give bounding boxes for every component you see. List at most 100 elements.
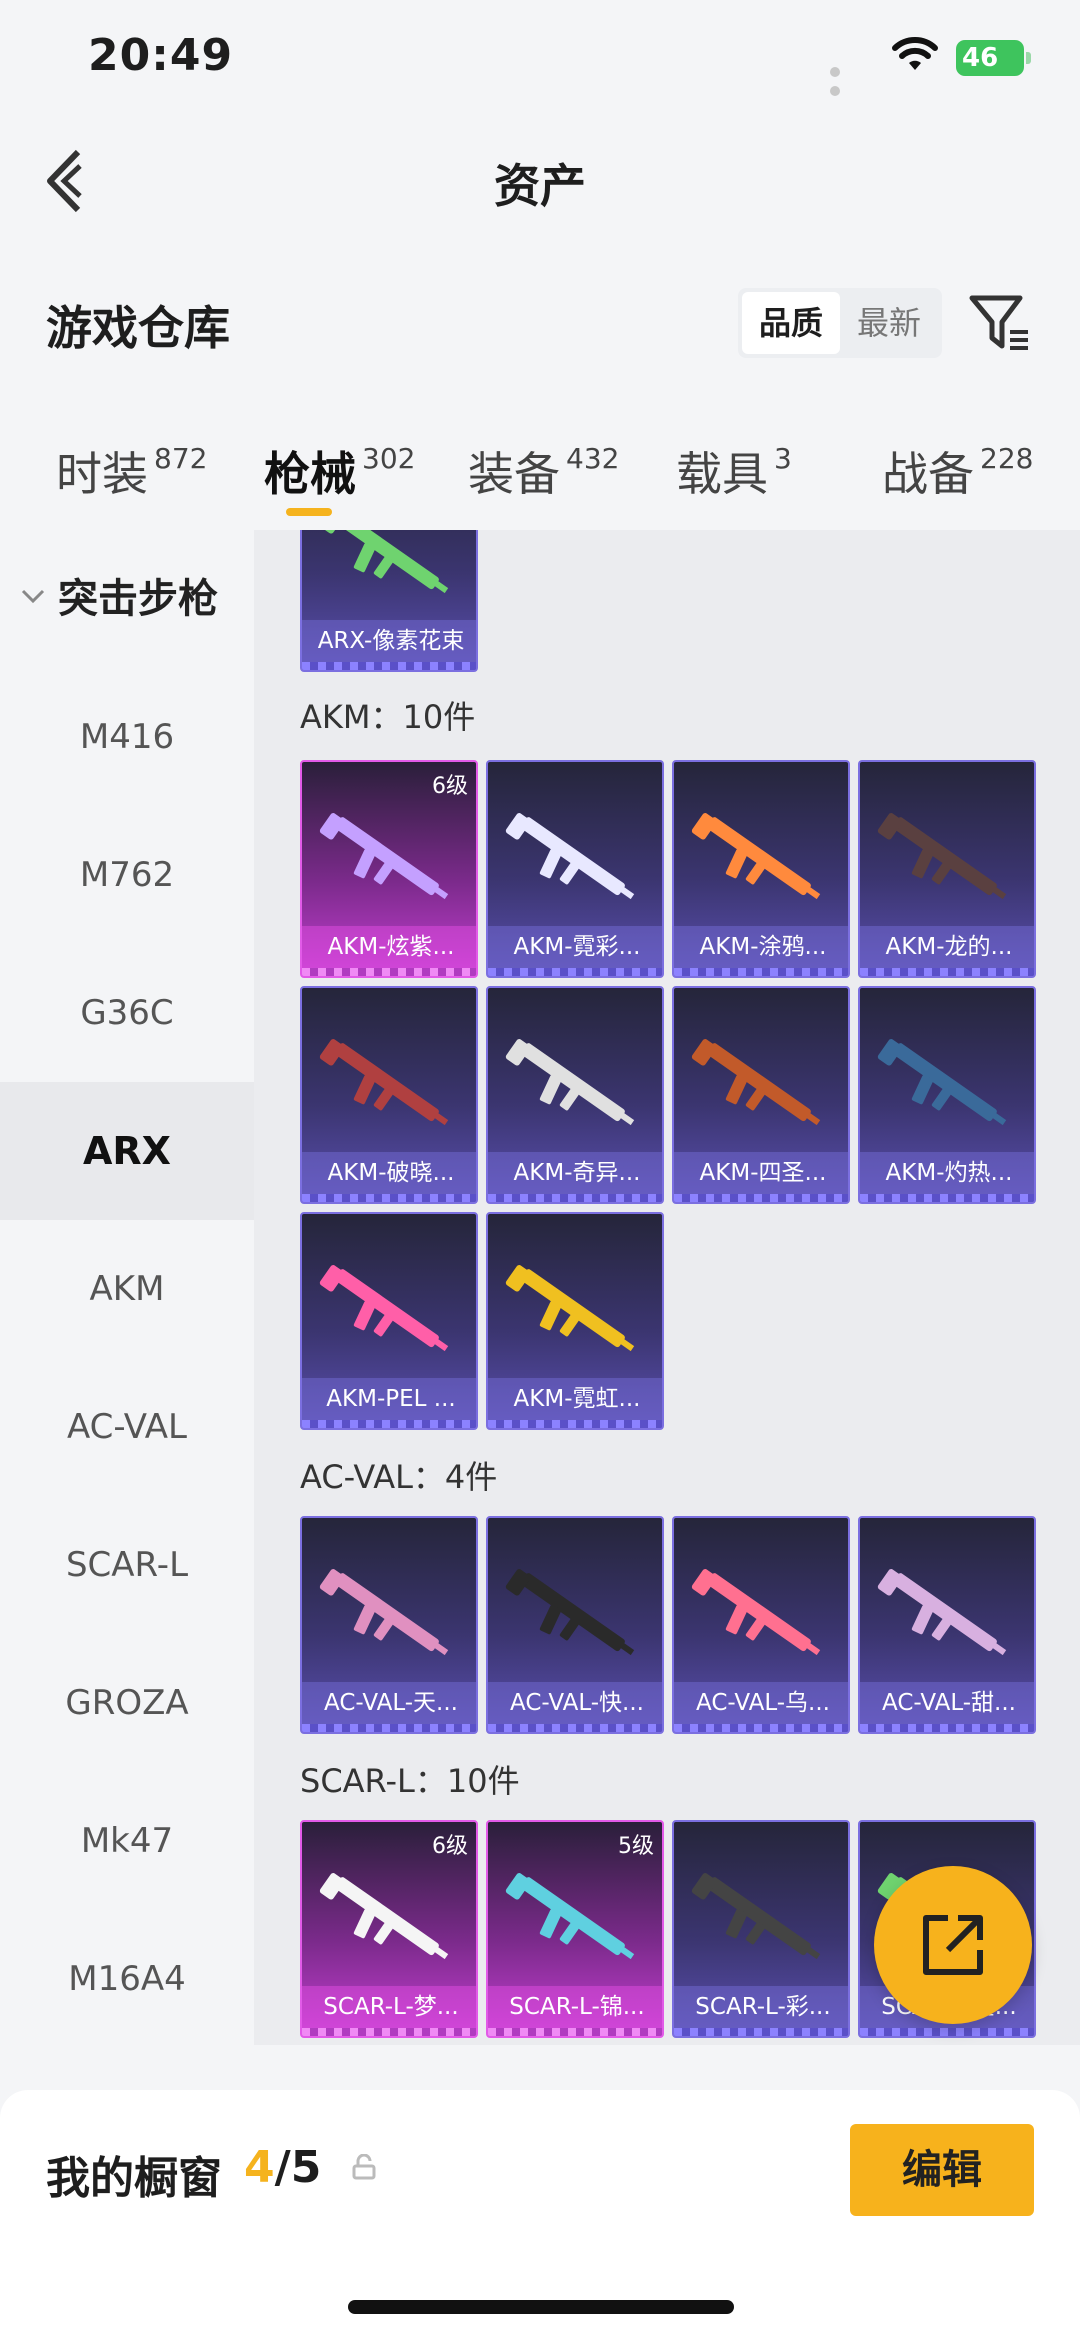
rifle-icon xyxy=(877,813,1007,900)
sidebar-item-scar-l[interactable]: SCAR-L xyxy=(0,1496,254,1634)
lock-icon[interactable] xyxy=(352,2154,376,2180)
rarity-stripe xyxy=(674,1194,848,1202)
weapon-name: SCAR-L-梦... xyxy=(302,1986,476,2028)
rifle-icon xyxy=(691,1039,821,1126)
rarity-stripe xyxy=(302,662,476,670)
rifle-icon xyxy=(877,1039,1007,1126)
page-title: 资产 xyxy=(494,159,586,213)
weapon-card[interactable]: AC-VAL-快... xyxy=(486,1516,664,1734)
sidebar-item-groza[interactable]: GROZA xyxy=(0,1634,254,1772)
showcase-count: 4/5 xyxy=(244,2142,321,2193)
showcase-current: 4 xyxy=(244,2142,275,2193)
tab-count: 872 xyxy=(154,442,208,475)
sidebar-item-mk47[interactable]: Mk47 xyxy=(0,1772,254,1910)
rarity-stripe xyxy=(488,1420,662,1428)
weapon-name: AKM-PEL ... xyxy=(302,1378,476,1420)
rifle-icon xyxy=(319,1039,449,1126)
edit-button[interactable]: 编辑 xyxy=(850,2124,1034,2216)
tab-count: 302 xyxy=(362,442,416,475)
content-area: 突击步枪 M416 M762 G36C ARX AKM AC-VAL SCAR-… xyxy=(0,530,1080,2045)
weapon-card[interactable]: AKM-四圣... xyxy=(672,986,850,1204)
rifle-icon xyxy=(319,530,449,594)
rarity-stripe xyxy=(674,968,848,976)
rarity-stripe xyxy=(860,1194,1034,1202)
sidebar-group-assault-rifles[interactable]: 突击步枪 xyxy=(0,530,254,668)
weapon-card[interactable]: AKM-奇异... xyxy=(486,986,664,1204)
level-badge: 6级 xyxy=(432,1834,468,1859)
weapon-name: AC-VAL-快... xyxy=(488,1682,662,1724)
home-indicator xyxy=(348,2300,734,2314)
rarity-stripe xyxy=(488,2028,662,2036)
rifle-icon xyxy=(691,813,821,900)
sort-latest-button[interactable]: 最新 xyxy=(840,292,938,354)
warehouse-title: 游戏仓库 xyxy=(46,301,230,355)
weapon-card[interactable]: AKM-涂鸦... xyxy=(672,760,850,978)
nav-bar: 资产 xyxy=(0,120,1080,240)
weapon-card[interactable]: AKM-霓虹... xyxy=(486,1212,664,1430)
weapon-card[interactable]: AKM-PEL ... xyxy=(300,1212,478,1430)
weapon-card[interactable]: AKM-霓彩... xyxy=(486,760,664,978)
rarity-stripe xyxy=(674,1724,848,1732)
sidebar-item-m762[interactable]: M762 xyxy=(0,806,254,944)
rarity-stripe xyxy=(488,968,662,976)
weapon-grid: AKM：10件 AC-VAL：4件 SCAR-L：10件 ARX-像素花束 6级 A… xyxy=(254,530,1080,2045)
wifi-icon xyxy=(892,37,938,70)
category-tabs: 时装 872 枪械 302 装备 432 载具 3 战备 228 xyxy=(0,420,1080,530)
weapon-card[interactable]: 6级 SCAR-L-梦... xyxy=(300,1820,478,2038)
status-bar: 20:49 46 xyxy=(0,0,1080,120)
chevron-down-icon xyxy=(21,589,45,604)
showcase-title: 我的橱窗 xyxy=(46,2153,222,2204)
weapon-name: SCAR-L-锦... xyxy=(488,1986,662,2028)
sidebar-item-g36c[interactable]: G36C xyxy=(0,944,254,1082)
rifle-icon xyxy=(319,1873,449,1960)
weapon-name: AC-VAL-天... xyxy=(302,1682,476,1724)
rarity-stripe xyxy=(860,2028,1034,2036)
sort-quality-button[interactable]: 品质 xyxy=(742,292,840,354)
weapon-card[interactable]: AKM-龙的... xyxy=(858,760,1036,978)
group-title-ac-val: AC-VAL：4件 xyxy=(300,1458,498,1496)
rarity-stripe xyxy=(488,1724,662,1732)
rifle-icon xyxy=(505,1873,635,1960)
sidebar-item-m16a4[interactable]: M16A4 xyxy=(0,1910,254,2045)
weapon-card[interactable]: AC-VAL-乌... xyxy=(672,1516,850,1734)
rarity-stripe xyxy=(860,1724,1034,1732)
weapon-card[interactable]: AKM-灼热... xyxy=(858,986,1036,1204)
weapon-name: AKM-龙的... xyxy=(860,926,1034,968)
weapon-name: AKM-炫紫... xyxy=(302,926,476,968)
rarity-stripe xyxy=(302,2028,476,2036)
signal-dots-icon xyxy=(830,62,870,96)
tab-guns[interactable]: 枪械 302 xyxy=(264,438,415,504)
status-time: 20:49 xyxy=(88,30,234,81)
group-title-akm: AKM：10件 xyxy=(300,698,476,736)
rifle-icon xyxy=(319,1265,449,1352)
sidebar-item-arx[interactable]: ARX xyxy=(0,1082,254,1220)
tab-supplies[interactable]: 战备 228 xyxy=(882,438,1033,504)
rifle-icon xyxy=(319,813,449,900)
filter-icon[interactable] xyxy=(966,290,1032,356)
weapon-card[interactable]: SCAR-L-彩... xyxy=(672,1820,850,2038)
sidebar-item-m416[interactable]: M416 xyxy=(0,668,254,806)
sidebar-item-ac-val[interactable]: AC-VAL xyxy=(0,1358,254,1496)
weapon-name: AKM-四圣... xyxy=(674,1152,848,1194)
rifle-icon xyxy=(319,1569,449,1656)
weapon-card[interactable]: AC-VAL-天... xyxy=(300,1516,478,1734)
weapon-card[interactable]: 5级 SCAR-L-锦... xyxy=(486,1820,664,2038)
weapon-card[interactable]: AC-VAL-甜... xyxy=(858,1516,1036,1734)
rifle-icon xyxy=(877,1569,1007,1656)
sidebar-group-label: 突击步枪 xyxy=(58,576,218,622)
rifle-icon xyxy=(505,1569,635,1656)
weapon-name: AKM-霓虹... xyxy=(488,1378,662,1420)
share-button[interactable] xyxy=(874,1866,1032,2024)
weapon-name: SCAR-L-彩... xyxy=(674,1986,848,2028)
tab-fashion[interactable]: 时装 872 xyxy=(56,438,207,504)
weapon-card[interactable]: ARX-像素花束 xyxy=(300,530,478,672)
weapon-name: AKM-灼热... xyxy=(860,1152,1034,1194)
external-link-icon xyxy=(923,1915,983,1975)
weapon-card[interactable]: 6级 AKM-炫紫... xyxy=(300,760,478,978)
tab-vehicles[interactable]: 载具 3 xyxy=(676,438,792,504)
tab-equipment[interactable]: 装备 432 xyxy=(468,438,619,504)
weapon-card[interactable]: AKM-破晓... xyxy=(300,986,478,1204)
tab-label: 战备 xyxy=(882,447,974,501)
tab-count: 432 xyxy=(566,442,620,475)
sidebar-item-akm[interactable]: AKM xyxy=(0,1220,254,1358)
